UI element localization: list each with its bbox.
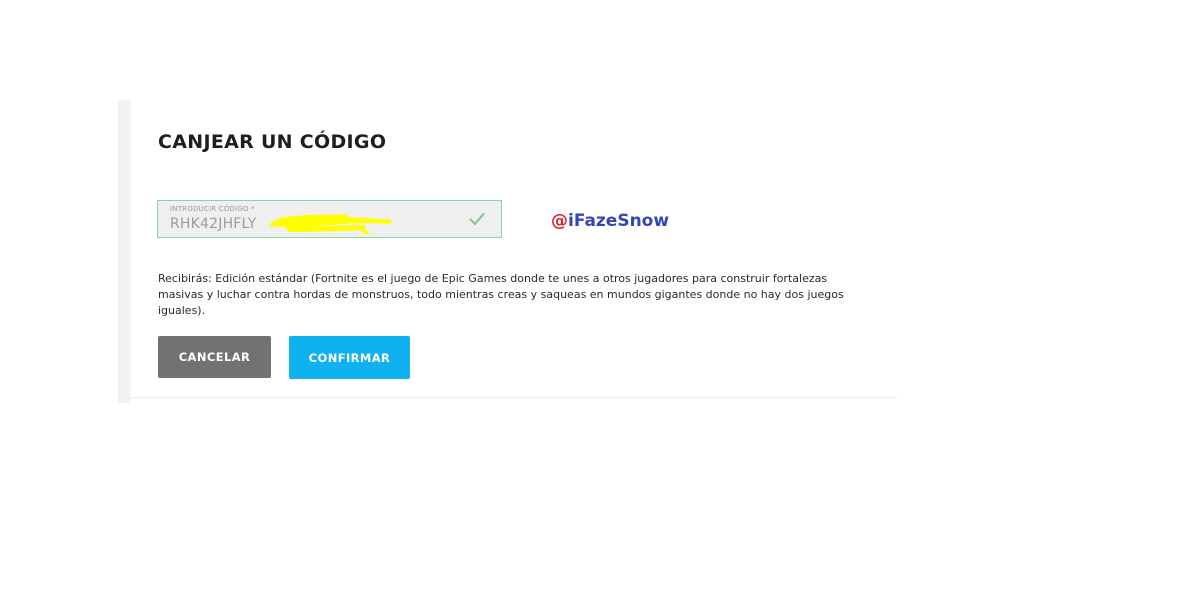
page-title: CANJEAR UN CÓDIGO — [158, 131, 387, 153]
redaction-scribble — [270, 214, 392, 235]
confirm-button[interactable]: CONFIRMAR — [289, 336, 410, 379]
watermark-at: @ — [551, 211, 568, 231]
cancel-button[interactable]: CANCELAR — [158, 336, 271, 378]
code-input-value[interactable]: RHK42JHFLY — [170, 216, 256, 232]
check-icon — [469, 213, 485, 225]
page: CANJEAR UN CÓDIGO INTRODUCIR CÓDIGO * RH… — [0, 0, 1200, 604]
left-rail — [118, 100, 131, 403]
code-input[interactable]: INTRODUCIR CÓDIGO * RHK42JHFLY — [157, 200, 502, 238]
watermark-handle: iFazeSnow — [568, 211, 670, 231]
reward-description: Recibirás: Edición estándar (Fortnite es… — [158, 272, 844, 317]
watermark: @iFazeSnow — [551, 211, 669, 231]
redeem-code-panel: CANJEAR UN CÓDIGO INTRODUCIR CÓDIGO * RH… — [131, 100, 898, 398]
code-input-label: INTRODUCIR CÓDIGO * — [170, 205, 255, 213]
